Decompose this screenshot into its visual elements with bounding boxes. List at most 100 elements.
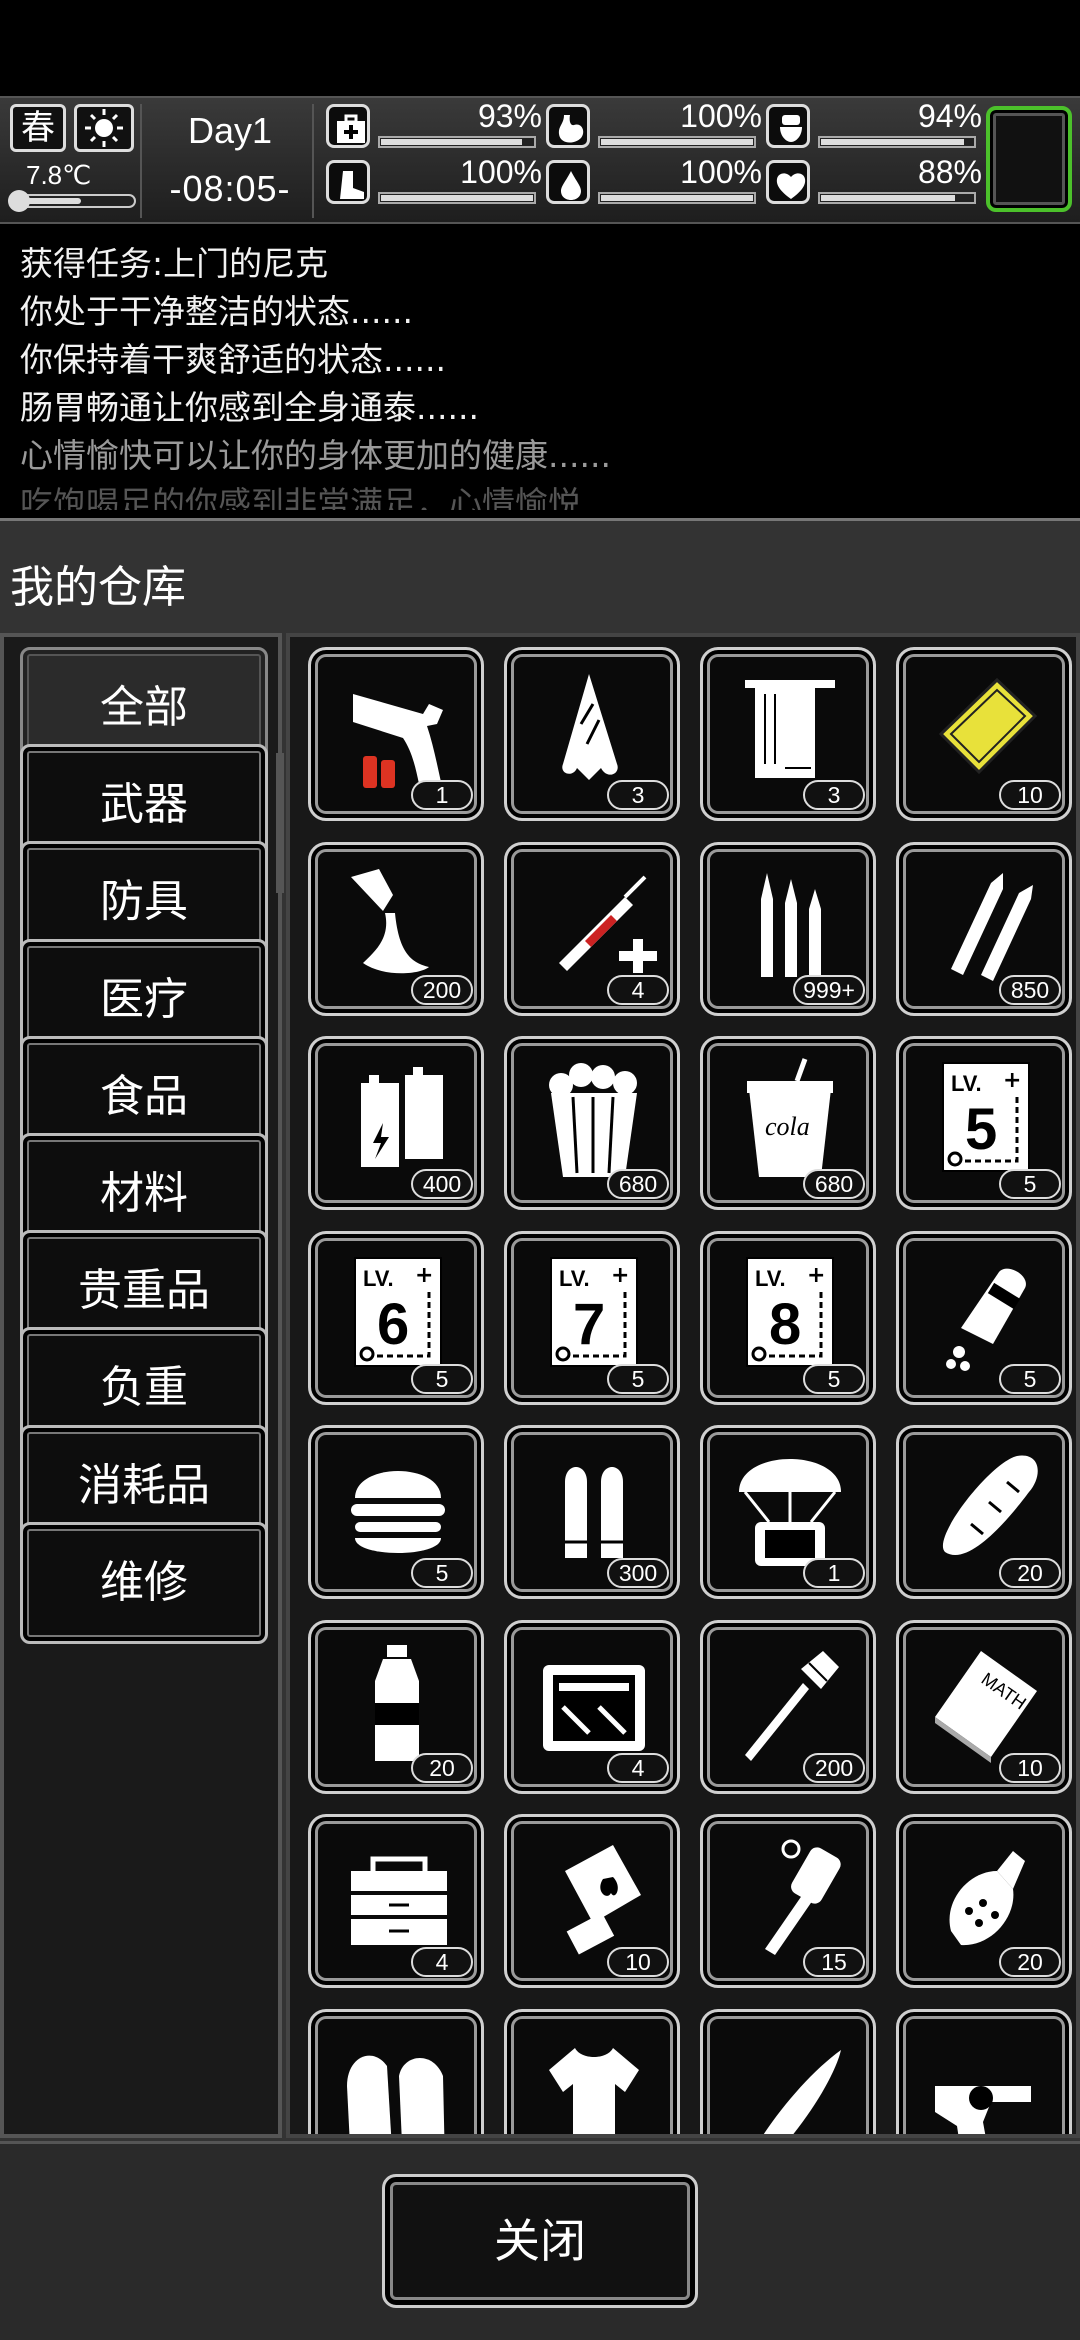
inventory-slot[interactable]: 4 bbox=[308, 1814, 484, 1988]
thermometer-bar bbox=[8, 190, 136, 212]
inventory-slot[interactable]: LV. +6 5 bbox=[308, 1230, 484, 1405]
inventory-slot[interactable] bbox=[308, 2008, 484, 2134]
log-line: 吃饱喝足的你感到非常满足，心情愉悦 bbox=[20, 484, 581, 510]
warehouse-panel: 我的仓库 全部 武器 防具 医疗 食品 材料 贵重品 负重 消耗品 维修 1 3 3 10 200 4 999… bbox=[0, 518, 1080, 2340]
stat-value: 88% bbox=[917, 154, 982, 190]
svg-text:7: 7 bbox=[573, 1292, 605, 1357]
item-count-badge: 1 bbox=[803, 1558, 865, 1588]
category-scrollbar[interactable] bbox=[276, 753, 284, 893]
stat-bar bbox=[818, 192, 976, 204]
inventory-slot[interactable]: 15 bbox=[700, 1814, 876, 1988]
inventory-slot[interactable]: 4 bbox=[504, 1619, 680, 1794]
inventory-slot[interactable]: 850 bbox=[896, 841, 1072, 1016]
sun-icon bbox=[74, 104, 134, 152]
stat-bar bbox=[598, 136, 756, 148]
inventory-slot[interactable]: 20 bbox=[896, 1814, 1072, 1988]
inventory-slot[interactable]: 200 bbox=[308, 841, 484, 1016]
stat-bar bbox=[818, 136, 976, 148]
medkit-icon bbox=[326, 104, 370, 148]
item-count-badge: 5 bbox=[803, 1363, 865, 1394]
inventory-slot[interactable] bbox=[700, 2008, 876, 2134]
inventory-slot[interactable]: LV. +7 5 bbox=[504, 1230, 680, 1405]
inventory-slot[interactable]: 999+ bbox=[700, 841, 876, 1016]
stat-bar-fill bbox=[601, 195, 753, 201]
stat-toilet: 94% bbox=[766, 98, 984, 152]
svg-text:cola: cola bbox=[765, 1112, 810, 1141]
item-count-badge: 15 bbox=[803, 1947, 865, 1977]
pill-bottle-icon bbox=[946, 1268, 1026, 1371]
airdrop-icon bbox=[739, 1459, 841, 1566]
inventory-slot[interactable]: 5 bbox=[896, 1230, 1072, 1405]
svg-text:8: 8 bbox=[769, 1292, 801, 1357]
math-book-icon: MATH bbox=[935, 1650, 1037, 1763]
quick-slot[interactable] bbox=[986, 106, 1072, 212]
close-button[interactable]: 关闭 bbox=[382, 2174, 698, 2308]
inventory-slot[interactable]: 200 bbox=[700, 1619, 876, 1794]
item-count-badge: 10 bbox=[999, 1752, 1061, 1783]
grenade-icon bbox=[949, 1851, 1025, 1946]
item-count-badge: 200 bbox=[803, 1752, 865, 1783]
inventory-slot[interactable]: MATH 10 bbox=[896, 1619, 1072, 1794]
stat-mood: 88% bbox=[766, 154, 984, 208]
shirt-icon bbox=[549, 2047, 639, 2134]
stick-grenade-icon bbox=[765, 1839, 841, 1955]
boot-icon bbox=[326, 160, 370, 204]
water-bottle-icon bbox=[375, 1644, 419, 1761]
svg-text:5: 5 bbox=[965, 1097, 997, 1162]
inventory-slot[interactable]: 300 bbox=[504, 1425, 680, 1599]
stat-stamina: 100% bbox=[326, 154, 544, 208]
stomach-icon bbox=[546, 104, 590, 148]
syringe-icon bbox=[559, 875, 657, 973]
popcorn-icon bbox=[549, 1063, 637, 1177]
stat-value: 93% bbox=[477, 98, 542, 134]
inventory-slot[interactable] bbox=[896, 2008, 1072, 2134]
svg-text:+: + bbox=[415, 1263, 433, 1288]
svg-text:+: + bbox=[1003, 1068, 1021, 1093]
inventory-slot[interactable]: 4 bbox=[504, 841, 680, 1016]
inventory-slot[interactable]: 10 bbox=[896, 647, 1072, 821]
pistol-bullets-icon bbox=[565, 1467, 623, 1558]
inventory-slot[interactable] bbox=[504, 2008, 680, 2134]
skill-book-lv7-icon: LV. +7 bbox=[550, 1256, 638, 1367]
item-grid[interactable]: 1 3 3 10 200 4 999+ 850 400 680 cola 680 LV. +5 5 LV. +6… bbox=[286, 633, 1080, 2138]
inventory-slot[interactable]: 10 bbox=[504, 1814, 680, 1988]
stat-bar-fill bbox=[821, 195, 955, 201]
inventory-slot[interactable]: 20 bbox=[896, 1425, 1072, 1599]
inventory-slot[interactable]: 1 bbox=[308, 647, 484, 821]
item-count-badge: 5 bbox=[999, 1169, 1061, 1199]
item-count-badge: 4 bbox=[607, 1752, 669, 1783]
status-hud: 春 7.8℃ Day1 -08:05- 93% 100% 94% 100% 100% 88… bbox=[0, 96, 1080, 224]
glue-tube-icon bbox=[351, 868, 429, 973]
cola-cup-icon: cola bbox=[747, 1058, 833, 1177]
bread-icon bbox=[942, 1455, 1038, 1556]
svg-text:LV.: LV. bbox=[559, 1266, 590, 1291]
skill-book-lv6-icon: LV. +6 bbox=[354, 1256, 442, 1367]
inventory-slot[interactable]: 3 bbox=[504, 647, 680, 821]
cloth-rag-icon bbox=[562, 674, 618, 780]
divider bbox=[312, 104, 314, 218]
log-line: 肠胃畅通让你感到全身通泰...... bbox=[20, 388, 479, 427]
inventory-slot[interactable]: cola 680 bbox=[700, 1036, 876, 1210]
inventory-slot[interactable]: 5 bbox=[308, 1425, 484, 1599]
tool-chest-icon bbox=[351, 1856, 447, 1945]
category-sidebar: 全部 武器 防具 医疗 食品 材料 贵重品 负重 消耗品 维修 bbox=[0, 633, 284, 2138]
item-count-badge: 10 bbox=[607, 1947, 669, 1977]
inventory-slot[interactable]: LV. +5 5 bbox=[896, 1036, 1072, 1210]
stat-value: 100% bbox=[460, 154, 542, 190]
log-line: 获得任务:上门的尼克 bbox=[20, 244, 329, 283]
inventory-slot[interactable]: 1 bbox=[700, 1425, 876, 1599]
skill-book-lv5-icon: LV. +5 bbox=[942, 1062, 1030, 1172]
item-count-badge: 680 bbox=[607, 1169, 669, 1199]
svg-text:LV.: LV. bbox=[755, 1266, 786, 1291]
inventory-slot[interactable]: 680 bbox=[504, 1036, 680, 1210]
message-log: 获得任务:上门的尼克 你处于干净整洁的状态...... 你保持着干爽舒适的状态.… bbox=[0, 230, 1080, 510]
game-clock: -08:05- bbox=[169, 168, 291, 209]
item-count-badge: 4 bbox=[411, 1947, 473, 1977]
inventory-slot[interactable]: 3 bbox=[700, 647, 876, 821]
inventory-slot[interactable]: 20 bbox=[308, 1619, 484, 1794]
inventory-slot[interactable]: 400 bbox=[308, 1036, 484, 1210]
category-tab[interactable]: 维修 bbox=[20, 1521, 268, 1644]
inventory-slot[interactable]: LV. +8 5 bbox=[700, 1230, 876, 1405]
item-count-badge: 300 bbox=[607, 1558, 669, 1588]
stat-bar bbox=[378, 136, 536, 148]
